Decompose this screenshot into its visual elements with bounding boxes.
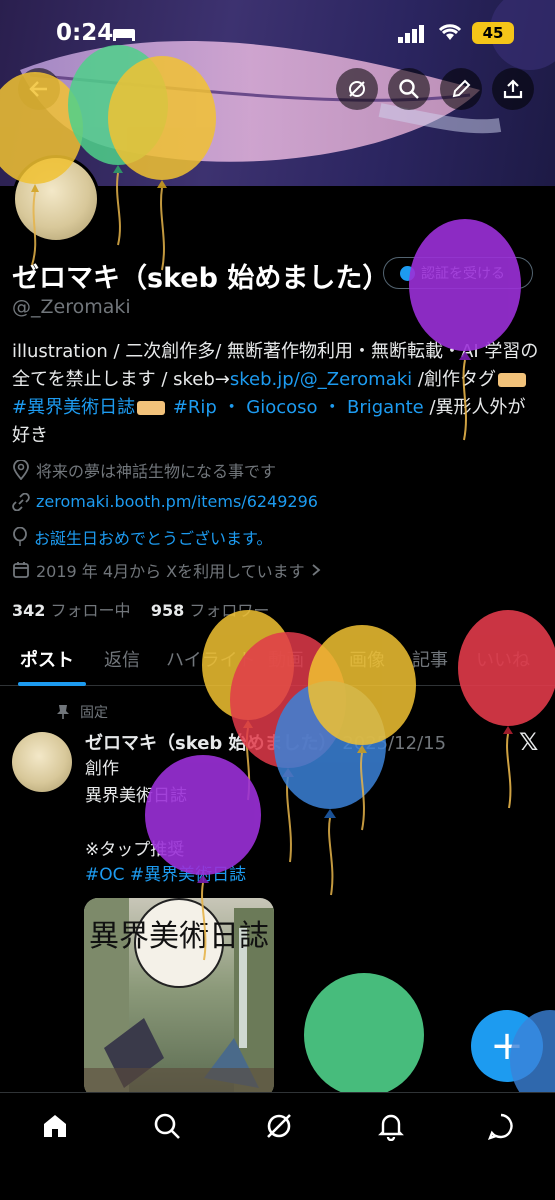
post-author-avatar[interactable] <box>12 732 72 792</box>
cellular-signal-icon <box>398 25 424 43</box>
nav-search[interactable] <box>150 1109 184 1143</box>
tab-posts[interactable]: ポスト <box>20 646 74 672</box>
chat-bubble-icon <box>487 1113 513 1140</box>
profile-avatar[interactable] <box>12 155 100 243</box>
post-line: 創作 <box>85 759 119 779</box>
grok-icon <box>349 81 365 97</box>
tab-videos[interactable]: 動画 <box>268 646 304 672</box>
followers-count[interactable]: 958 <box>151 601 184 620</box>
status-bar: 0:24 45 <box>0 0 555 64</box>
pencil-icon <box>452 79 471 98</box>
label-tag-icon <box>137 401 166 415</box>
joined-text: 2019 年 4月から Xを利用しています <box>36 562 305 581</box>
active-tab-indicator <box>18 682 86 686</box>
balloon-blue-mid <box>274 681 386 896</box>
calendar-icon <box>13 562 29 578</box>
back-button[interactable] <box>18 68 60 110</box>
profile-joined[interactable]: 2019 年 4月から Xを利用しています <box>12 558 321 582</box>
nav-grok[interactable] <box>262 1109 296 1143</box>
birthday-text: お誕生日おめでとうございます。 <box>34 529 273 548</box>
post-image-title: 異界美術日誌 <box>89 919 269 954</box>
tab-articles[interactable]: 記事 <box>412 646 448 672</box>
tab-replies[interactable]: 返信 <box>104 646 140 672</box>
balloon-yellow-mid <box>202 610 294 801</box>
following-label[interactable]: フォロー中 <box>51 601 131 620</box>
share-button[interactable] <box>492 68 534 110</box>
tab-highlights[interactable]: ハイライト <box>166 646 256 672</box>
post-line-blank <box>85 810 187 837</box>
balloon-green-low <box>304 973 424 1097</box>
get-verified-button[interactable]: 認証を受ける <box>383 257 533 289</box>
location-text: 将来の夢は神話生物になる事です <box>36 462 277 481</box>
post-text: 創作 異界美術日誌 ※タップ推奨 <box>85 756 187 864</box>
post-hashtags[interactable]: #OC #異界美術日誌 <box>85 860 246 885</box>
search-button[interactable] <box>388 68 430 110</box>
bio-hashtag[interactable]: #Rip ・ Giocoso ・ Brigante <box>173 397 424 418</box>
bio-hashtag[interactable]: #異界美術日誌 <box>12 397 135 418</box>
bottom-navigation <box>0 1092 555 1200</box>
search-icon <box>154 1113 180 1139</box>
profile-name: ゼロマキ（skeb 始めました） <box>12 263 390 294</box>
edit-button[interactable] <box>440 68 482 110</box>
profile-bio: illustration / 二次創作多/ 無断著作物利用・無断転載・AI 学習… <box>12 338 542 450</box>
following-count[interactable]: 342 <box>12 601 45 620</box>
pinned-indicator: 固定 <box>56 702 108 722</box>
profile-handle: @_Zeromaki <box>12 296 131 318</box>
bio-text: /創作タグ <box>412 369 496 390</box>
profile-birthday: お誕生日おめでとうございます。 <box>12 525 272 549</box>
sleep-mode-icon <box>113 29 135 41</box>
nav-messages[interactable] <box>484 1109 518 1143</box>
plus-icon: + <box>490 1023 524 1069</box>
balloon-icon <box>13 527 27 546</box>
pinned-label: 固定 <box>80 705 108 721</box>
compose-post-button[interactable]: + <box>471 1010 543 1082</box>
profile-location: 将来の夢は神話生物になる事です <box>12 458 276 482</box>
share-icon <box>503 79 523 99</box>
pin-icon <box>57 705 69 719</box>
back-arrow-icon <box>29 81 47 97</box>
grok-icon <box>267 1114 291 1138</box>
chevron-right-icon <box>312 564 321 576</box>
post-image[interactable]: 異界美術日誌 <box>84 898 274 1098</box>
verified-badge-icon <box>400 265 415 281</box>
post-date: 2025/12/15 <box>342 733 447 754</box>
nav-notifications[interactable] <box>374 1109 408 1143</box>
location-pin-icon <box>13 460 29 480</box>
link-icon <box>12 492 30 511</box>
tab-likes[interactable]: いいね <box>476 646 530 672</box>
tab-media[interactable]: 画像 <box>349 646 385 672</box>
website-link[interactable]: zeromaki.booth.pm/items/6249296 <box>36 492 318 511</box>
bell-icon <box>378 1114 404 1141</box>
profile-tabs: ポスト 返信 ハイライト 動画 画像 記事 いいね <box>0 640 555 686</box>
nav-home[interactable] <box>38 1109 72 1143</box>
battery-indicator: 45 <box>472 22 514 44</box>
status-time: 0:24 <box>56 20 114 46</box>
x-logo-icon: 𝕏 <box>519 728 539 756</box>
profile-website[interactable]: zeromaki.booth.pm/items/6249296 <box>12 492 318 511</box>
follow-stats: 342 フォロー中 958 フォロワー <box>12 597 269 621</box>
wifi-icon <box>438 24 462 40</box>
home-icon <box>44 1115 66 1137</box>
post-header: ゼロマキ（skeb 始めました） 2025/12/15 <box>85 729 446 755</box>
grok-button[interactable] <box>336 68 378 110</box>
post-author-name[interactable]: ゼロマキ（skeb 始めました） <box>85 733 337 754</box>
bio-link-skeb[interactable]: skeb.jp/@_Zeromaki <box>230 369 412 390</box>
search-icon <box>399 79 419 99</box>
get-verified-label: 認証を受ける <box>421 266 505 282</box>
followers-label[interactable]: フォロワー <box>189 601 269 620</box>
post-line: 異界美術日誌 <box>85 786 187 806</box>
label-tag-icon <box>497 373 526 387</box>
